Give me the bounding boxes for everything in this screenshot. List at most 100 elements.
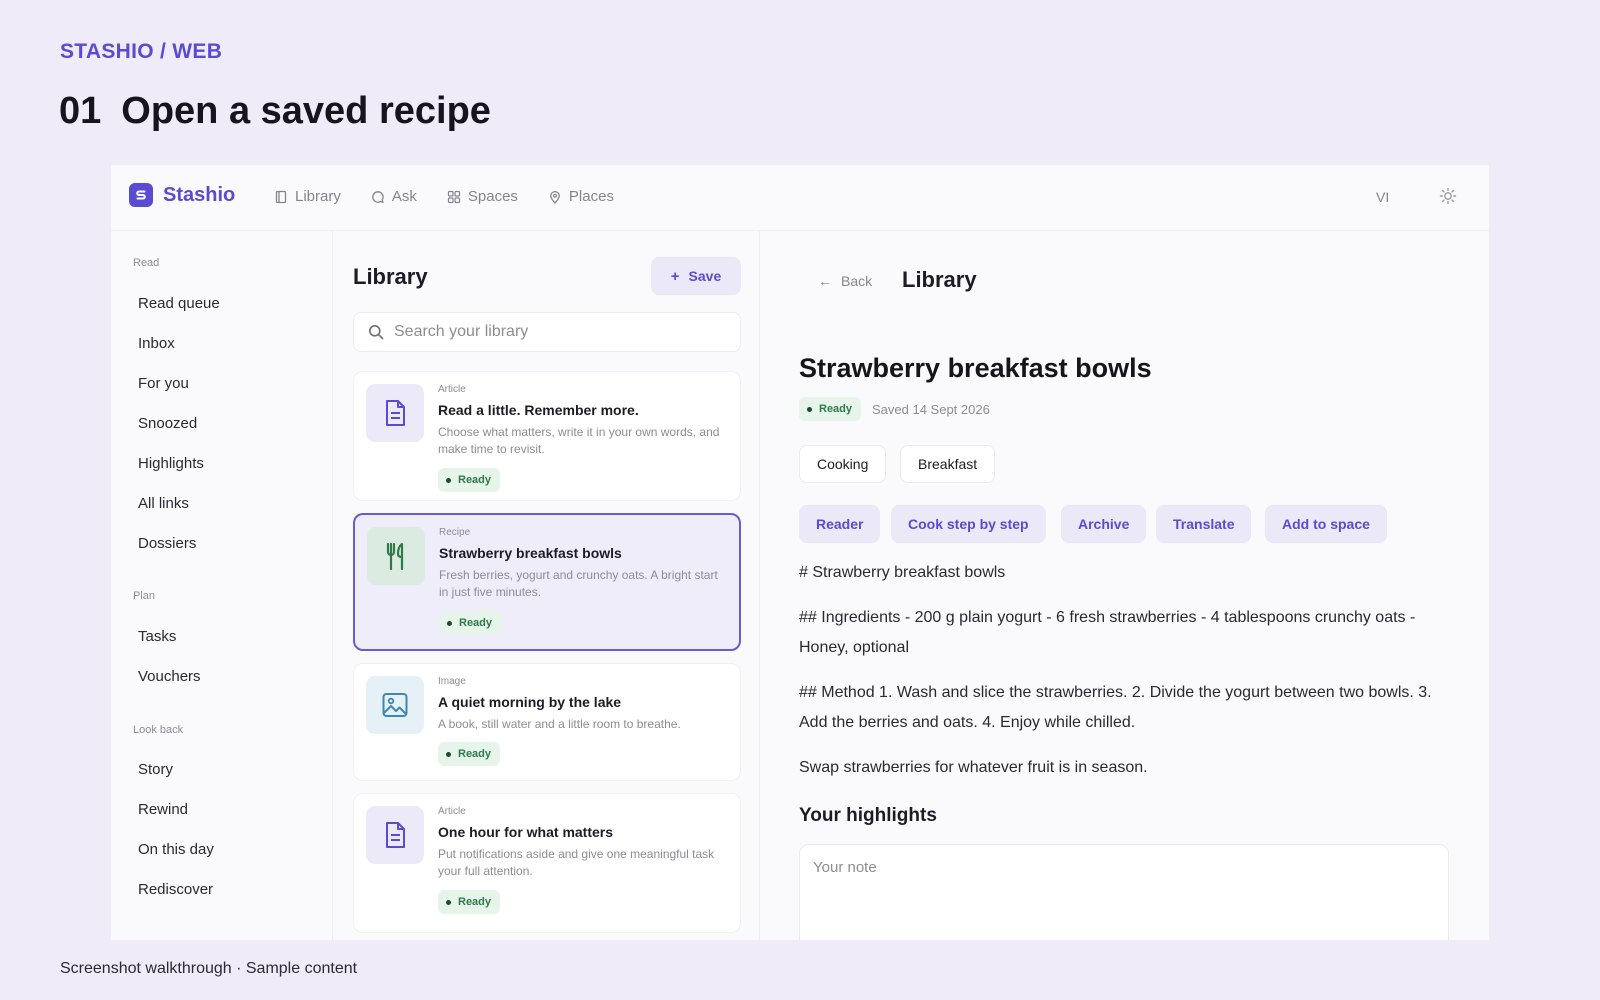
sidebar-group-plan: Plan [133,590,156,602]
status-dot-icon [446,899,451,905]
stashio-logo-icon [129,183,153,207]
image-icon [382,693,408,717]
search-input[interactable] [394,323,714,341]
sidebar-group-look-back: Look back [133,724,184,736]
grid-icon [447,190,460,203]
card-icon-tile [367,527,425,585]
status-dot-icon [446,477,451,483]
status-dot-icon [447,620,452,626]
sun-icon[interactable] [1439,187,1457,205]
step-number: 01 [59,90,102,132]
nav-spaces-label: Spaces [467,188,518,205]
sidebar-item-tasks[interactable]: Tasks [138,628,176,645]
card-title: A quiet morning by the lake [438,694,622,710]
sidebar-group-read: Read [133,257,160,269]
sidebar-item-for-you[interactable]: For you [138,375,189,392]
tag-breakfast[interactable]: Breakfast [900,445,996,483]
sidebar-item-rewind[interactable]: Rewind [138,801,188,818]
card-title: One hour for what matters [438,824,614,840]
slide-footer: Screenshot walkthrough · Sample content [60,960,358,977]
status-badge: Ready [439,611,502,635]
app-window: Stashio Library Ask Spaces Places VI Rea… [111,165,1489,940]
sidebar-item-highlights[interactable]: Highlights [138,455,204,472]
sidebar-item-read-queue[interactable]: Read queue [138,295,220,312]
card-kind: Image [438,676,466,687]
library-card-strawberry-bowls[interactable]: Recipe Strawberry breakfast bowls Fresh … [353,513,741,651]
save-button-label: Save [688,268,722,284]
card-icon-tile [366,806,424,864]
fork-knife-icon [386,542,404,570]
library-search [353,312,741,352]
card-description: Fresh berries, yogurt and crunchy oats. … [439,568,718,599]
card-kind: Recipe [439,527,471,538]
translate-button[interactable]: Translate [1156,505,1252,543]
recipe-method: ## Method 1. Wash and slice the strawber… [799,684,1432,731]
status-badge: Ready [438,468,501,492]
document-icon [386,400,405,426]
recipe-ingredients: ## Ingredients - 200 g plain yogurt - 6 … [799,609,1416,656]
card-icon-tile [366,676,424,734]
chat-icon [372,190,384,203]
card-description: A book, still water and a little room to… [438,717,681,731]
detail-title: Strawberry breakfast bowls [799,353,1152,383]
library-card-quiet-morning[interactable]: Image A quiet morning by the lake A book… [353,663,741,781]
status-dot-icon [446,751,451,757]
card-title: Read a little. Remember more. [438,402,639,418]
status-badge-label: Ready [458,474,492,486]
library-title: Library [353,264,428,289]
slide-eyebrow: STASHIO / WEB [60,40,223,63]
archive-button[interactable]: Archive [1061,505,1147,543]
back-button-label: Back [841,273,873,289]
user-avatar[interactable]: VI [1376,189,1389,205]
sidebar: Read Read queue Inbox For you Snoozed Hi… [111,231,333,940]
sidebar-item-all-links[interactable]: All links [138,495,189,512]
card-icon-tile [366,384,424,442]
document-icon [386,822,405,848]
sidebar-item-snoozed[interactable]: Snoozed [138,415,197,432]
sidebar-item-vouchers[interactable]: Vouchers [138,668,201,685]
add-to-space-button[interactable]: Add to space [1265,505,1387,543]
detail-status-badge: Ready [799,397,862,421]
main-nav: Library Ask Spaces Places [274,188,644,205]
card-description: Choose what matters, write it in your ow… [438,425,720,456]
reader-button[interactable]: Reader [799,505,881,543]
status-badge-label: Ready [458,896,492,908]
save-button[interactable]: + Save [651,257,741,295]
brand-name: Stashio [163,183,236,206]
plus-icon: + [670,267,680,285]
arrow-left-icon: ← [818,273,832,289]
top-bar: Stashio Library Ask Spaces Places VI [111,165,1489,231]
note-input[interactable] [799,844,1449,940]
sidebar-item-story[interactable]: Story [138,761,173,778]
library-card-one-hour[interactable]: Article One hour for what matters Put no… [353,793,741,933]
saved-date: Saved 14 Sept 2026 [872,402,990,417]
highlights-heading: Your highlights [799,805,937,826]
status-badge-label: Ready [458,748,492,760]
nav-spaces[interactable]: Spaces [447,188,518,205]
sidebar-item-inbox[interactable]: Inbox [138,335,175,352]
map-pin-icon [550,190,560,204]
back-button[interactable]: ← Back [818,273,872,289]
sidebar-item-rediscover[interactable]: Rediscover [138,881,213,898]
detail-panel: ← Back Library Strawberry breakfast bowl… [760,231,1489,940]
nav-places-label: Places [568,188,614,205]
nav-library-label: Library [295,188,341,205]
sidebar-item-dossiers[interactable]: Dossiers [138,535,196,552]
library-card-read-a-little[interactable]: Article Read a little. Remember more. Ch… [353,371,741,501]
card-kind: Article [438,806,466,817]
brand[interactable]: Stashio [129,183,235,207]
status-badge: Ready [438,742,501,766]
library-panel: Library + Save Article Read a little. Re… [333,231,760,940]
search-icon [369,325,384,340]
cook-step-by-step-button[interactable]: Cook step by step [891,505,1046,543]
card-title: Strawberry breakfast bowls [439,545,622,561]
card-description: Put notifications aside and give one mea… [438,847,715,878]
book-icon [275,190,287,203]
tag-cooking[interactable]: Cooking [799,445,887,483]
nav-places[interactable]: Places [548,188,614,205]
sidebar-item-on-this-day[interactable]: On this day [138,841,214,858]
detail-breadcrumb: Library [902,267,977,292]
nav-ask[interactable]: Ask [371,188,417,205]
recipe-tip: Swap strawberries for whatever fruit is … [799,759,1148,776]
nav-library[interactable]: Library [274,188,341,205]
